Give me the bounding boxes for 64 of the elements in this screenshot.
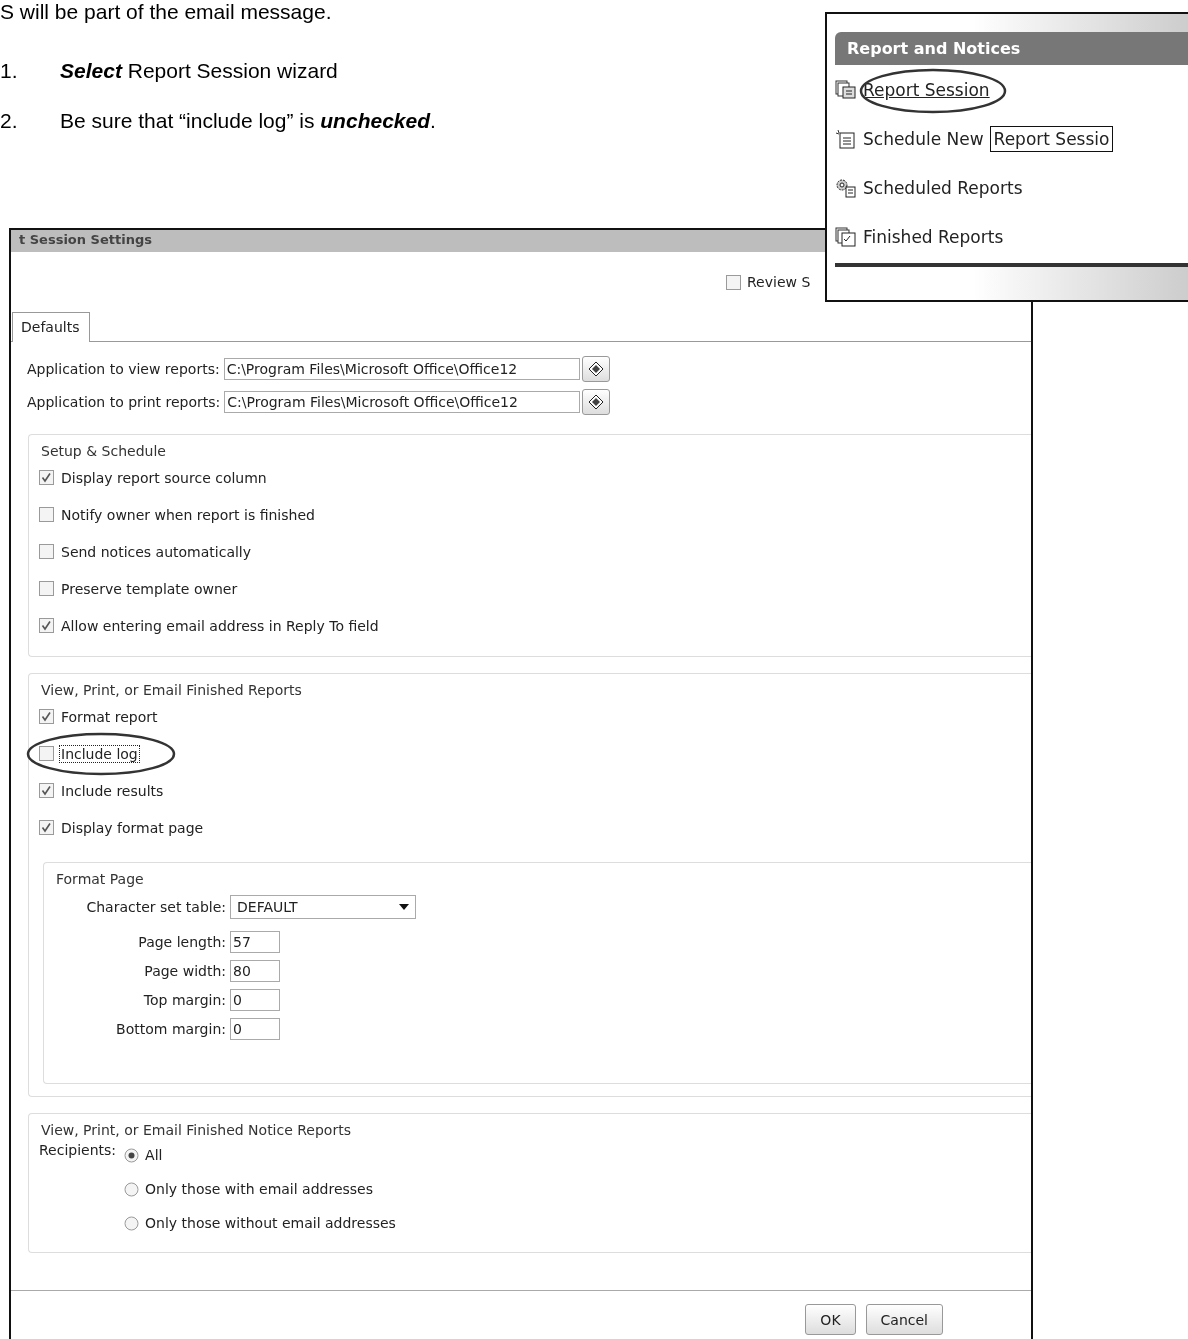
radio-button[interactable] <box>124 1181 140 1197</box>
window-title: t Session Settings <box>19 231 152 249</box>
checkbox-label: Include results <box>60 782 165 799</box>
diamond-icon <box>588 393 605 410</box>
radio-label: All <box>145 1147 163 1163</box>
checkbox-label: Include log <box>60 745 139 762</box>
panel-header: Report and Notices <box>835 32 1188 65</box>
checkbox[interactable] <box>39 507 54 522</box>
checkbox[interactable] <box>39 820 54 835</box>
tab[interactable]: Defaults <box>12 312 91 342</box>
step-number: 1. <box>0 58 19 84</box>
checkbox[interactable] <box>39 470 54 485</box>
field-label: Top margin: <box>142 991 227 1008</box>
checkbox-label: Send notices automatically <box>60 543 253 560</box>
checkbox[interactable] <box>39 581 54 596</box>
field-label: Page length: <box>137 933 227 950</box>
field-label: Character set table: <box>85 899 227 915</box>
checkbox[interactable] <box>39 618 54 633</box>
checkbox[interactable] <box>39 709 54 724</box>
checkbox-label: Review S <box>747 274 811 290</box>
field-label: Page width: <box>143 962 227 979</box>
number-field[interactable]: 0 <box>230 988 280 1011</box>
menu-link[interactable]: Schedule New <box>863 128 984 149</box>
field-label: Application to view reports: <box>27 360 220 377</box>
radio-label: Only those with email addresses <box>145 1181 373 1197</box>
checkbox-label: Notify owner when report is finished <box>60 506 316 523</box>
section-title: Format Page <box>54 871 146 887</box>
caret-icon <box>399 904 409 910</box>
step-text: Be sure that “include log” is unchecked. <box>60 108 436 134</box>
step-number: 2. <box>0 108 19 134</box>
checkbox-label: Display format page <box>60 819 205 836</box>
section-title: View, Print, or Email Finished Reports <box>39 682 304 698</box>
instruction-text: S will be part of the email message. <box>0 1 332 23</box>
diamond-icon <box>587 360 604 377</box>
radio-button[interactable] <box>124 1147 140 1163</box>
checkbox-label: Display report source column <box>60 469 268 486</box>
dialog-button[interactable]: OK <box>805 1304 856 1335</box>
dialog-button[interactable]: Cancel <box>865 1304 943 1335</box>
field-label: Recipients: <box>39 1141 118 1160</box>
browse-button[interactable] <box>581 355 610 382</box>
checkbox-label: Format report <box>60 708 159 725</box>
checkbox[interactable] <box>39 746 54 761</box>
number-field[interactable]: 80 <box>230 959 280 982</box>
section-title: Setup & Schedule <box>39 443 168 459</box>
checkbox[interactable] <box>39 544 54 559</box>
checkbox-label: Allow entering email address in Reply To field <box>60 617 380 634</box>
charset-dropdown[interactable]: DEFAULT <box>230 895 416 919</box>
path-field[interactable]: C:\Program Files\Microsoft Office\Office12 <box>223 357 580 380</box>
number-field[interactable]: 0 <box>230 1017 280 1040</box>
tooltip: Report Sessio <box>989 125 1114 152</box>
menu-link[interactable]: Scheduled Reports <box>863 177 1023 198</box>
section-title: View, Print, or Email Finished Notice Reports <box>39 1122 353 1138</box>
browse-button[interactable] <box>582 388 611 415</box>
field-label: Application to print reports: <box>27 393 221 410</box>
step-text: Select Report Session wizard <box>60 58 338 84</box>
number-field[interactable]: 57 <box>230 930 280 953</box>
checkbox[interactable] <box>39 783 54 798</box>
radio-button[interactable] <box>124 1215 140 1231</box>
checkbox-label: Preserve template owner <box>60 580 239 597</box>
menu-link[interactable]: Finished Reports <box>863 226 1004 247</box>
radio-label: Only those without email addresses <box>145 1215 396 1231</box>
field-label: Bottom margin: <box>115 1020 227 1037</box>
path-field[interactable]: C:\Program Files\Microsoft Office\Office12 <box>224 390 581 413</box>
checkbox[interactable] <box>726 274 741 290</box>
